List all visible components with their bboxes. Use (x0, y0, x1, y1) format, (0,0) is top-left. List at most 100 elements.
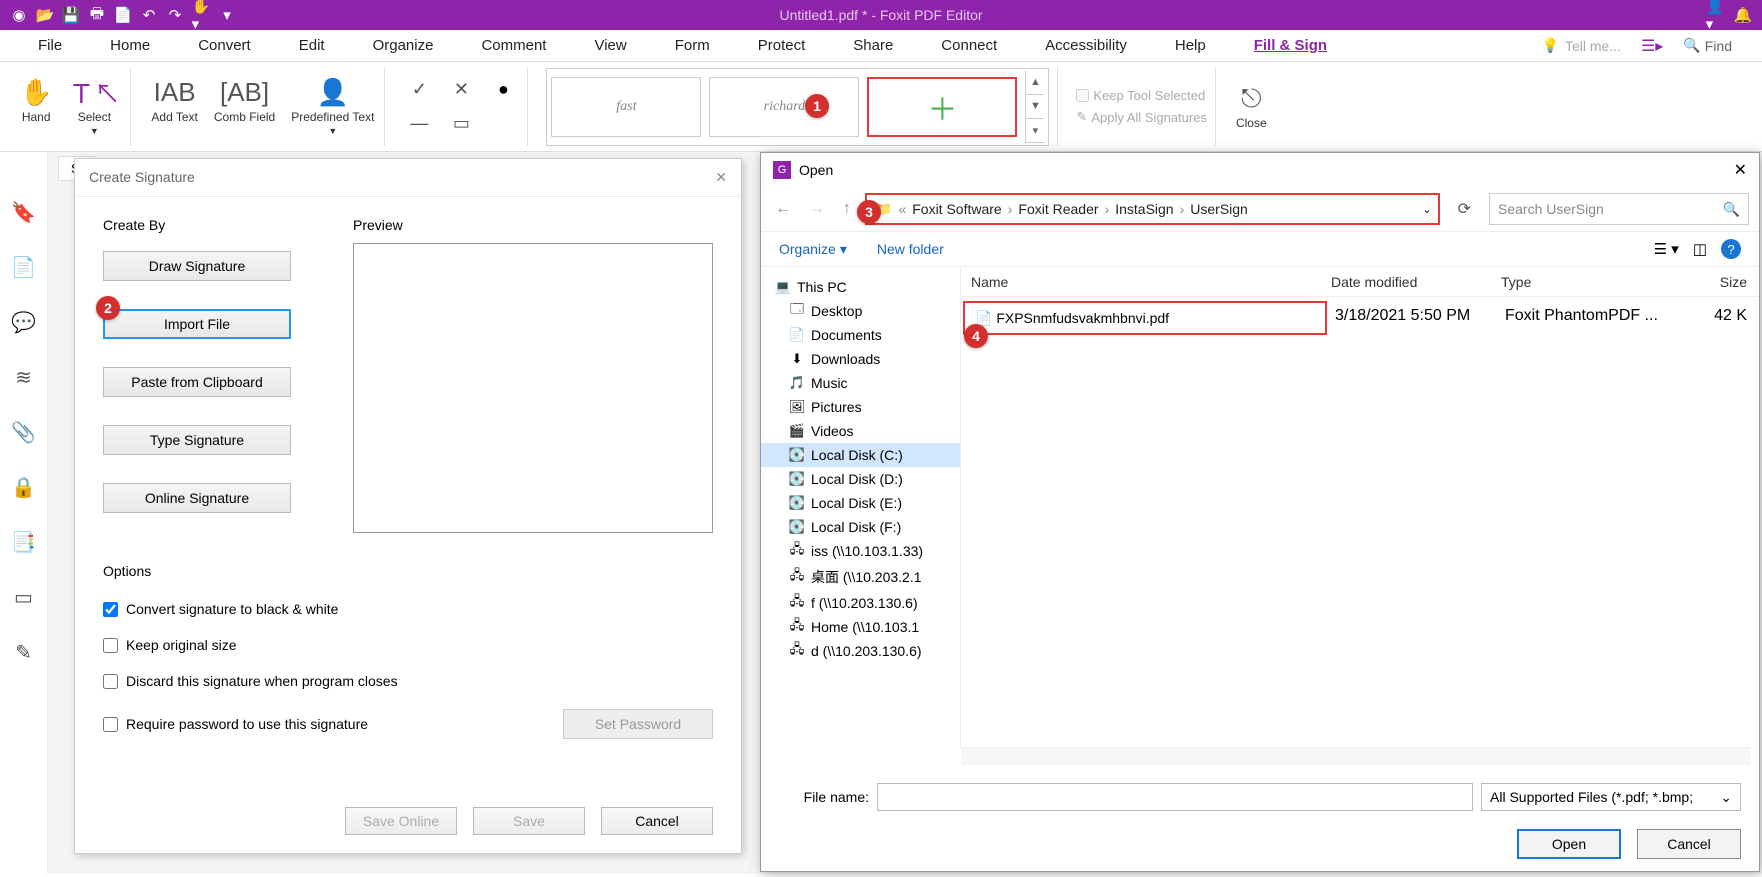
col-date[interactable]: Date modified (1321, 274, 1491, 290)
new-folder-button[interactable]: New folder (877, 241, 944, 257)
page-icon[interactable]: 📄 (114, 6, 132, 24)
chevron-down-icon[interactable]: ⌄ (1422, 203, 1431, 216)
checkmark-tool[interactable]: ✓ (409, 80, 429, 100)
menu-connect[interactable]: Connect (933, 33, 1005, 58)
bookmarks-icon[interactable]: 🔖 (11, 200, 36, 225)
layers-icon[interactable]: ≋ (15, 365, 32, 390)
menu-form[interactable]: Form (667, 33, 718, 58)
redo-icon[interactable]: ↷ (166, 6, 184, 24)
x-mark-tool[interactable]: ✕ (451, 80, 471, 100)
col-type[interactable]: Type (1491, 274, 1651, 290)
hand-tool[interactable]: ✋Hand (18, 76, 54, 138)
tree-net-f[interactable]: 🖧f (\\10.203.130.6) (761, 591, 960, 615)
sign-panel-icon[interactable]: ✎ (15, 640, 32, 665)
tree-local-disk-d[interactable]: 💽Local Disk (D:) (761, 467, 960, 491)
find-button[interactable]: 🔍 Find (1683, 37, 1732, 54)
articles-icon[interactable]: 📑 (11, 530, 36, 555)
search-icon[interactable]: 🔍 (1723, 201, 1740, 218)
signature-slot-2[interactable]: richard (709, 77, 859, 137)
file-filter-dropdown[interactable]: All Supported Files (*.pdf; *.bmp;⌄ (1481, 783, 1741, 811)
cancel-button[interactable]: Cancel (601, 807, 713, 835)
tree-net-iss[interactable]: 🖧iss (\\10.103.1.33) (761, 539, 960, 563)
tree-local-disk-c[interactable]: 💽Local Disk (C:) (761, 443, 960, 467)
comb-field-tool[interactable]: [AB]Comb Field (212, 76, 277, 138)
view-options-icon[interactable]: ☰ ▾ (1654, 240, 1679, 258)
menu-home[interactable]: Home (102, 33, 158, 58)
tree-downloads[interactable]: ⬇Downloads (761, 347, 960, 371)
open-icon[interactable]: 📂 (36, 6, 54, 24)
line-tool[interactable]: — (409, 114, 429, 134)
help-icon[interactable]: ? (1721, 239, 1741, 259)
type-signature-button[interactable]: Type Signature (103, 425, 291, 455)
destinations-icon[interactable]: ▭ (14, 585, 33, 610)
add-signature-button[interactable]: ＋ (867, 77, 1017, 137)
search-input[interactable]: Search UserSign 🔍 (1489, 193, 1749, 225)
tree-videos[interactable]: 🎬Videos (761, 419, 960, 443)
file-row[interactable]: 📄 FXPSnmfudsvakmhbnvi.pdf (963, 301, 1327, 335)
tree-local-disk-f[interactable]: 💽Local Disk (F:) (761, 515, 960, 539)
close-ribbon-button[interactable]: ⎋Close (1234, 82, 1269, 132)
security-icon[interactable]: 🔒 (11, 475, 36, 500)
tree-this-pc[interactable]: 💻This PC (761, 275, 960, 299)
organize-menu[interactable]: Organize ▾ (779, 241, 847, 258)
draw-signature-button[interactable]: Draw Signature (103, 251, 291, 281)
tell-me-search[interactable]: 💡 Tell me... (1542, 37, 1621, 54)
open-button[interactable]: Open (1517, 829, 1621, 859)
menu-share[interactable]: Share (845, 33, 901, 58)
tree-net-desktop-cn[interactable]: 🖧桌面 (\\10.203.2.1 (761, 563, 960, 591)
gallery-up-icon[interactable]: ▲ (1026, 71, 1044, 95)
menu-protect[interactable]: Protect (750, 33, 814, 58)
tree-music[interactable]: 🎵Music (761, 371, 960, 395)
undo-icon[interactable]: ↶ (140, 6, 158, 24)
horizontal-scrollbar[interactable] (961, 747, 1751, 765)
predefined-text-tool[interactable]: 👤Predefined Text▼ (289, 76, 376, 138)
opt-discard[interactable] (103, 674, 118, 689)
keep-tool-checkbox[interactable]: Keep Tool Selected (1076, 88, 1207, 103)
close-icon[interactable]: ✕ (715, 169, 727, 186)
tree-net-d[interactable]: 🖧d (\\10.203.130.6) (761, 639, 960, 663)
menu-convert[interactable]: Convert (190, 33, 259, 58)
filename-input[interactable] (877, 783, 1473, 811)
app-logo-icon[interactable]: ◉ (10, 6, 28, 24)
col-size[interactable]: Size (1651, 274, 1759, 290)
attachments-icon[interactable]: 📎 (11, 420, 36, 445)
tree-desktop[interactable]: 🗔Desktop (761, 299, 960, 323)
import-file-button[interactable]: Import File (103, 309, 291, 339)
nav-up-icon[interactable]: ↑ (839, 196, 855, 222)
menu-fill-sign[interactable]: Fill & Sign (1246, 33, 1335, 58)
opt-require-pwd[interactable] (103, 717, 118, 732)
qat-more-icon[interactable]: ▾ (218, 6, 236, 24)
opt-convert-bw[interactable] (103, 602, 118, 617)
collapse-ribbon-icon[interactable]: ☰▸ (1641, 36, 1663, 56)
tree-net-home[interactable]: 🖧Home (\\10.103.1 (761, 615, 960, 639)
comments-icon[interactable]: 💬 (11, 310, 36, 335)
online-signature-button[interactable]: Online Signature (103, 483, 291, 513)
close-icon[interactable]: ✕ (1734, 160, 1747, 180)
menu-view[interactable]: View (586, 33, 634, 58)
tree-local-disk-e[interactable]: 💽Local Disk (E:) (761, 491, 960, 515)
add-text-tool[interactable]: IABAdd Text (149, 76, 199, 138)
print-icon[interactable]: 🖶 (88, 6, 106, 24)
user-icon[interactable]: 👤▾ (1706, 6, 1724, 24)
refresh-icon[interactable]: ⟳ (1450, 195, 1479, 223)
menu-edit[interactable]: Edit (291, 33, 333, 58)
menu-help[interactable]: Help (1167, 33, 1214, 58)
hand-toggle-icon[interactable]: ✋▾ (192, 6, 210, 24)
preview-pane-icon[interactable]: ◫ (1693, 240, 1707, 258)
gallery-more-icon[interactable]: ▾ (1026, 119, 1044, 143)
cancel-button[interactable]: Cancel (1637, 829, 1741, 859)
paste-clipboard-button[interactable]: Paste from Clipboard (103, 367, 291, 397)
menu-file[interactable]: File (30, 33, 70, 58)
menu-organize[interactable]: Organize (365, 33, 442, 58)
gallery-down-icon[interactable]: ▼ (1026, 95, 1044, 119)
dot-tool[interactable]: ● (493, 80, 513, 100)
col-name[interactable]: Name (961, 274, 1321, 290)
select-tool[interactable]: Ｔ↖Select▼ (66, 76, 122, 138)
apply-all-signatures[interactable]: ✎ Apply All Signatures (1076, 109, 1207, 125)
rect-tool[interactable]: ▭ (451, 114, 471, 134)
tree-documents[interactable]: 📄Documents (761, 323, 960, 347)
pages-icon[interactable]: 📄 (11, 255, 36, 280)
breadcrumb-path[interactable]: 📁 « Foxit Software› Foxit Reader› InstaS… (865, 193, 1440, 225)
menu-comment[interactable]: Comment (473, 33, 554, 58)
save-icon[interactable]: 💾 (62, 6, 80, 24)
